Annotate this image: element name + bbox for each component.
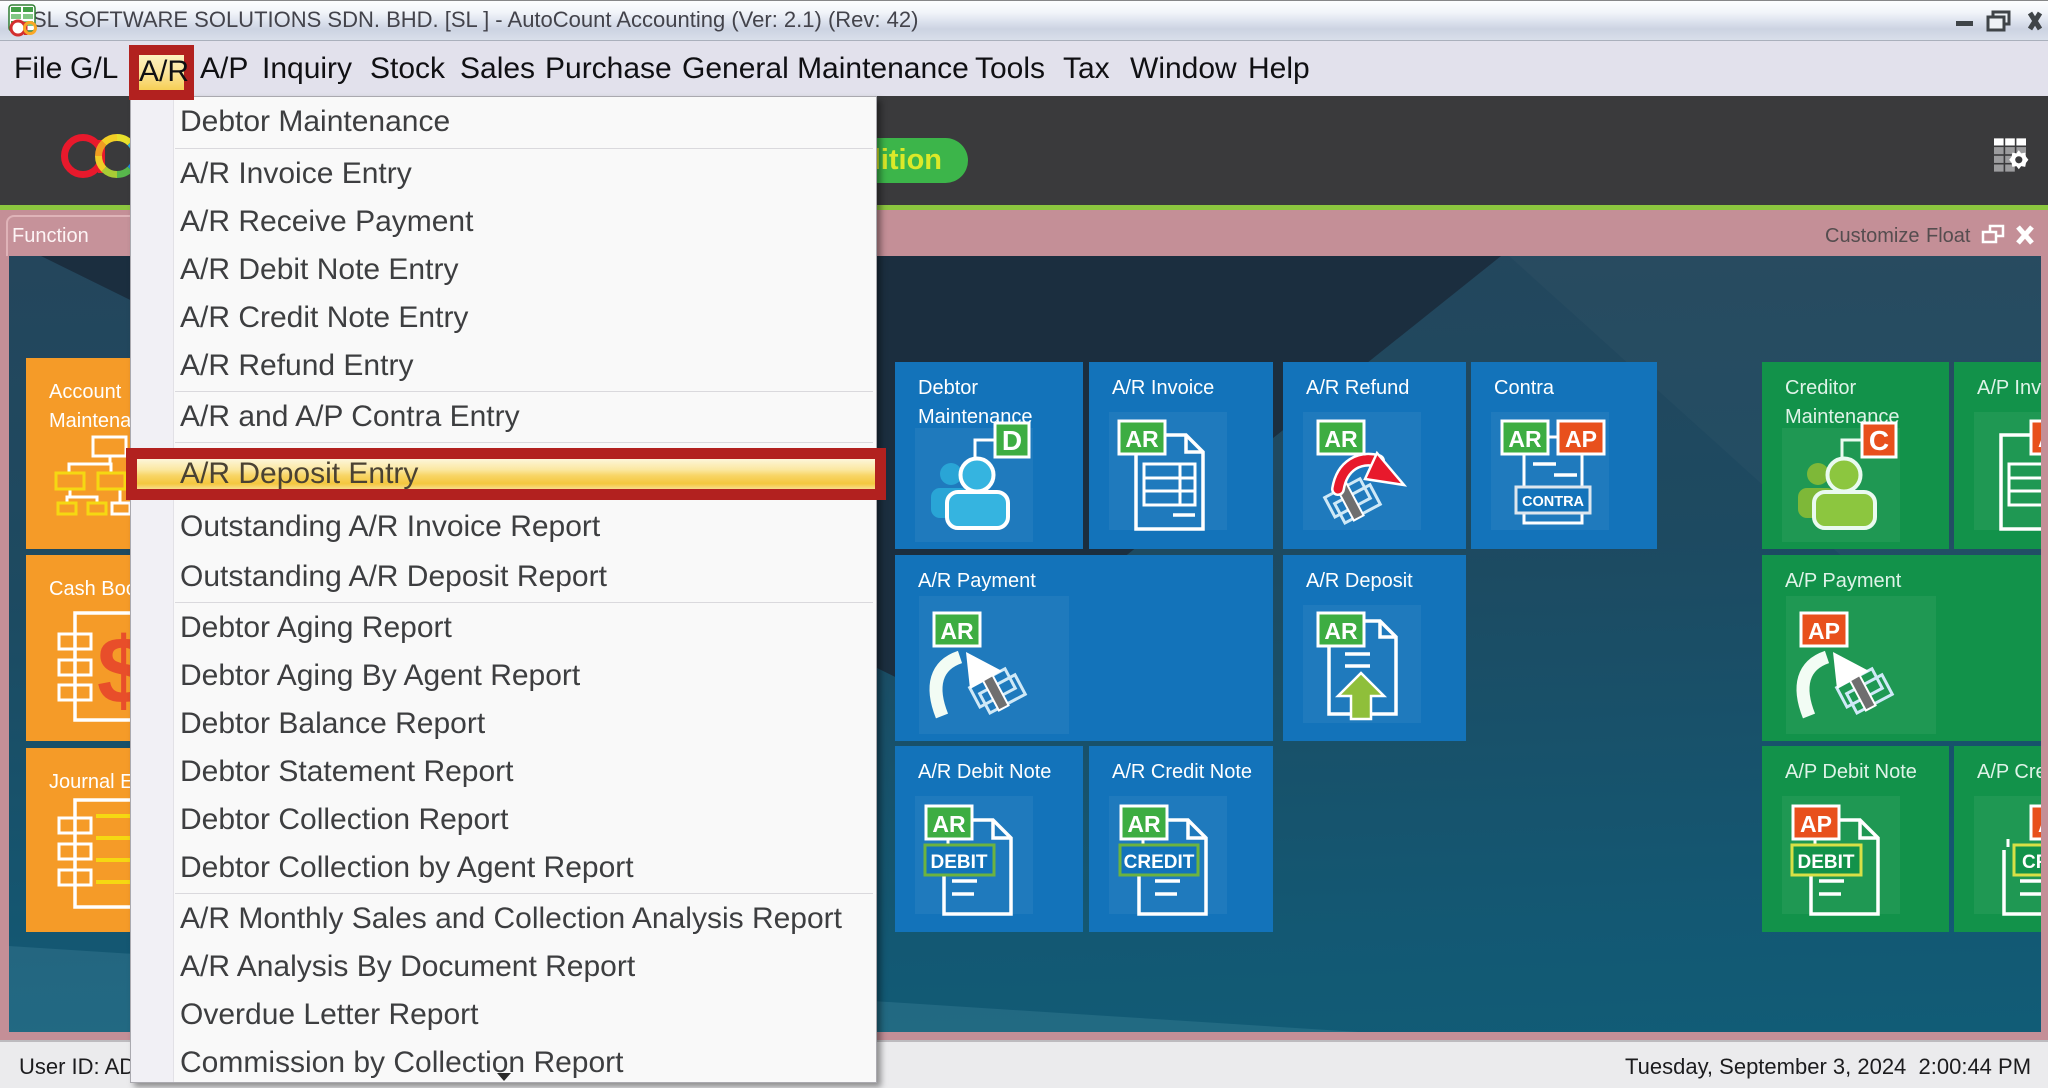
svg-text:AR: AR [940, 618, 974, 644]
svg-text:AR: AR [1324, 618, 1358, 644]
svg-text:AR: AR [932, 811, 966, 837]
svg-text:D: D [1002, 425, 1022, 456]
svg-text:AR: AR [1127, 811, 1161, 837]
svg-text:C: C [1869, 425, 1889, 456]
svg-text:CRE: CRE [2022, 852, 2048, 873]
svg-text:AR: AR [1324, 426, 1358, 452]
svg-text:CONTRA: CONTRA [1522, 494, 1585, 510]
svg-text:CREDIT: CREDIT [1124, 852, 1195, 873]
svg-text:DEBIT: DEBIT [1798, 852, 1855, 873]
svg-text:AP: AP [2038, 426, 2048, 452]
svg-text:AP: AP [1565, 426, 1597, 452]
svg-text:AP: AP [2038, 811, 2048, 837]
svg-text:AP: AP [1800, 811, 1832, 837]
svg-text:AP: AP [1808, 618, 1840, 644]
svg-text:AR: AR [1508, 426, 1542, 452]
svg-text:DEBIT: DEBIT [931, 852, 988, 873]
svg-text:AR: AR [1125, 426, 1159, 452]
